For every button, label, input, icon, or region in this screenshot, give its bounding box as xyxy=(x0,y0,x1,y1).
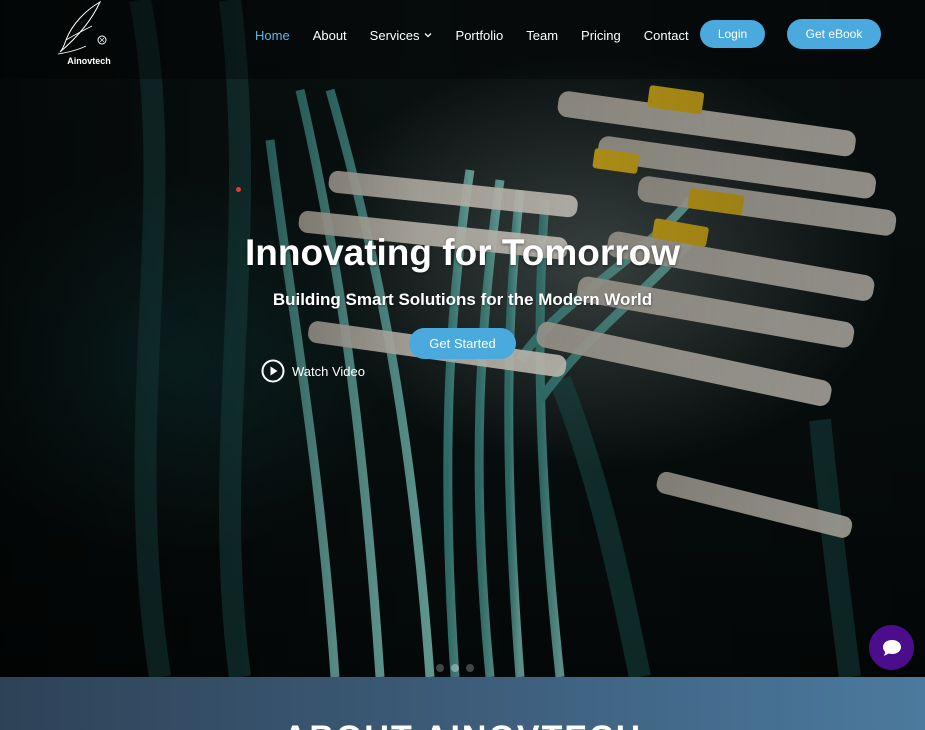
brand-name: Ainovtech xyxy=(67,56,111,66)
slider-dot[interactable] xyxy=(466,664,474,672)
nav-item-about[interactable]: About xyxy=(313,28,347,43)
chat-widget-button[interactable] xyxy=(869,625,914,670)
slider-dot[interactable] xyxy=(451,664,459,672)
chevron-down-icon xyxy=(424,33,431,38)
watch-video-label: Watch Video xyxy=(292,363,365,379)
watch-video-link[interactable]: Watch Video xyxy=(261,359,365,383)
nav-item-pricing[interactable]: Pricing xyxy=(581,28,621,43)
get-ebook-button[interactable]: Get eBook xyxy=(787,19,881,49)
nav-item-portfolio[interactable]: Portfolio xyxy=(456,28,504,43)
hero-subtitle: Building Smart Solutions for the Modern … xyxy=(272,290,653,309)
slider-dot[interactable] xyxy=(436,664,444,672)
slider-dots xyxy=(436,664,481,672)
about-section-title: ABOUT AINOVTECH xyxy=(0,719,925,730)
main-nav: Home About Services Portfolio Team Prici… xyxy=(255,26,712,44)
nav-item-team[interactable]: Team xyxy=(526,28,558,43)
nav-item-services[interactable]: Services xyxy=(370,28,433,43)
leaf-logo-icon xyxy=(57,0,107,55)
nav-item-home[interactable]: Home xyxy=(255,28,290,43)
login-button[interactable]: Login xyxy=(700,20,765,48)
about-section: ABOUT AINOVTECH xyxy=(0,677,925,730)
site-header: Ainovtech Home About Services Portfolio … xyxy=(0,0,925,79)
decorative-dot xyxy=(236,187,241,192)
hero-title: Innovating for Tomorrow xyxy=(244,232,681,273)
brand-logo[interactable]: Ainovtech xyxy=(56,0,114,70)
get-started-button[interactable]: Get Started xyxy=(409,328,516,359)
play-circle-icon xyxy=(261,359,285,383)
nav-item-contact[interactable]: Contact xyxy=(644,28,689,43)
chat-bubble-icon xyxy=(882,639,901,656)
nav-item-services-label: Services xyxy=(369,27,420,43)
